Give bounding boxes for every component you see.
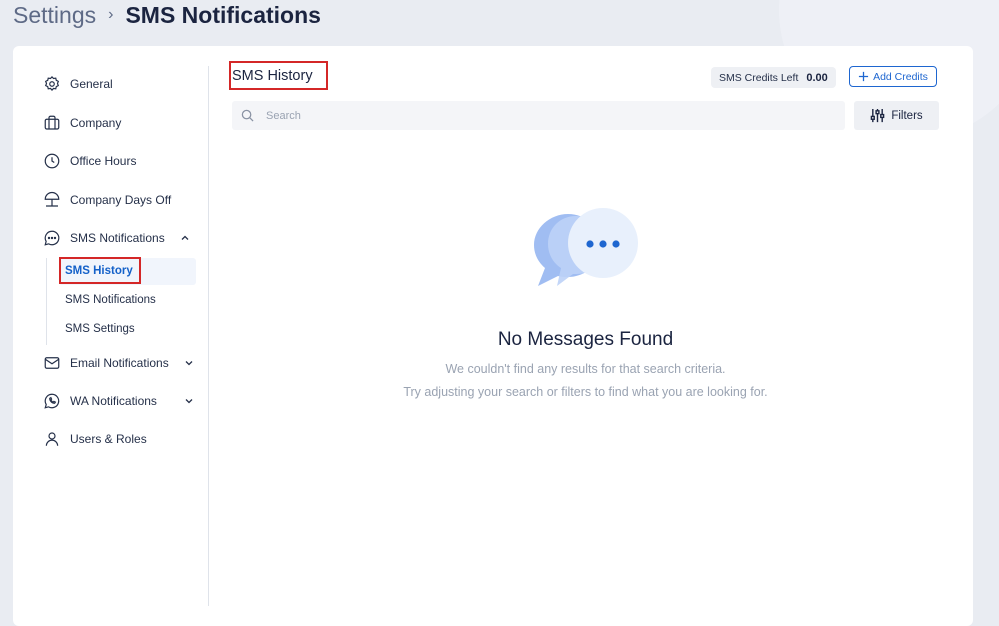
clock-icon — [44, 153, 60, 169]
empty-state-message-1: We couldn't find any results for that se… — [445, 362, 726, 376]
search-icon — [241, 109, 254, 122]
add-credits-label: Add Credits — [873, 70, 928, 83]
filters-label: Filters — [891, 109, 923, 122]
add-credits-button[interactable]: Add Credits — [849, 66, 937, 87]
search-bar — [232, 101, 845, 130]
chat-bubble-icon — [44, 230, 60, 246]
sms-credits-badge: SMS Credits Left 0.00 — [711, 67, 836, 88]
sidebar-item-office-hours[interactable]: Office Hours — [43, 152, 136, 170]
chevron-up-icon[interactable] — [180, 233, 190, 243]
empty-state-message-2: Try adjusting your search or filters to … — [403, 385, 768, 399]
sidebar-item-users-roles[interactable]: Users & Roles — [43, 430, 147, 448]
filters-button[interactable]: Filters — [854, 101, 939, 130]
sidebar-item-company-days-off[interactable]: Company Days Off — [43, 191, 171, 209]
empty-messages-illustration — [534, 208, 638, 286]
sidebar-item-label: Company Days Off — [70, 193, 172, 207]
submenu-item-sms-history[interactable]: SMS History — [65, 265, 133, 277]
settings-panel: General Company Office Hours Company Day… — [13, 46, 973, 626]
page-title: SMS Notifications — [125, 1, 321, 28]
empty-state-title: No Messages Found — [497, 329, 674, 350]
breadcrumb-separator: › — [108, 6, 114, 23]
breadcrumb-settings[interactable]: Settings — [13, 2, 96, 29]
sidebar-item-general[interactable]: General — [43, 75, 113, 93]
section-title: SMS History — [232, 68, 313, 84]
user-icon — [45, 432, 59, 446]
sidebar-item-label: Users & Roles — [70, 432, 147, 446]
sidebar-item-label: Office Hours — [70, 154, 137, 168]
beach-umbrella-icon — [44, 191, 60, 207]
sidebar-item-label: Company — [70, 116, 122, 130]
credits-label: SMS Credits Left — [719, 71, 799, 84]
gear-icon — [44, 75, 60, 91]
sidebar-item-label: SMS Notifications — [70, 231, 165, 245]
sidebar-item-label: General — [70, 77, 113, 91]
sliders-icon — [871, 108, 885, 123]
briefcase-icon — [44, 115, 60, 130]
credits-value: 0.00 — [806, 71, 828, 84]
breadcrumb: Settings › SMS Notifications — [13, 0, 321, 30]
sidebar-item-company[interactable]: Company — [43, 114, 121, 132]
submenu-item-sms-notifications[interactable]: SMS Notifications — [65, 294, 156, 306]
sidebar-item-sms-notifications[interactable]: SMS Notifications — [43, 229, 190, 247]
search-input[interactable] — [264, 108, 828, 123]
plus-icon — [858, 71, 869, 82]
